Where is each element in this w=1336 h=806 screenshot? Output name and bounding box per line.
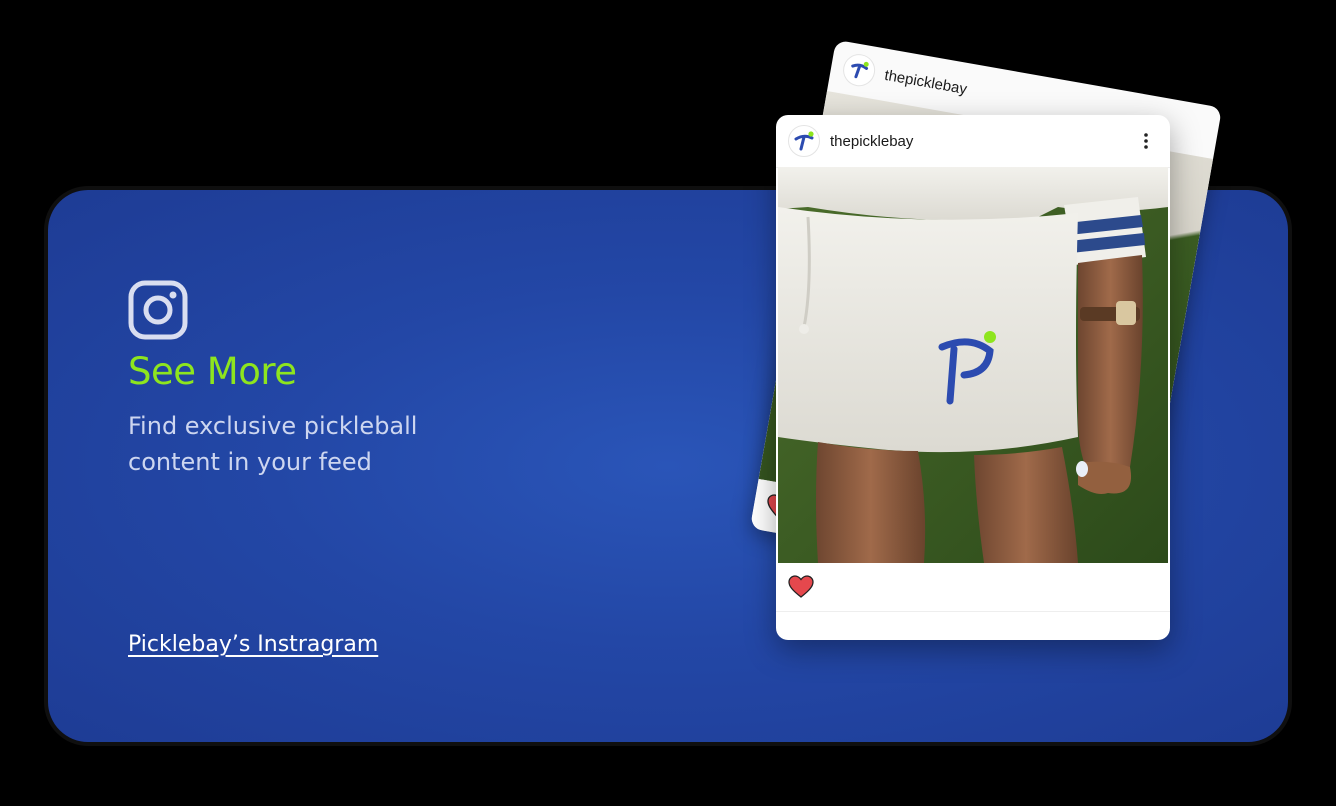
promo-subtitle: Find exclusive pickleball content in you… — [128, 412, 418, 476]
promo-title: See More — [128, 350, 297, 393]
heart-icon[interactable] — [788, 575, 814, 599]
instagram-link[interactable]: Picklebay’s Instragram — [128, 632, 378, 657]
post-photo — [778, 167, 1168, 563]
more-options-button[interactable] — [1136, 131, 1156, 151]
more-vertical-icon — [1144, 133, 1148, 149]
instagram-icon — [128, 280, 188, 340]
picklebay-logo-icon — [794, 131, 814, 151]
post-username: thepicklebay — [830, 132, 914, 150]
picklebay-logo-icon — [851, 61, 869, 79]
post-actions — [776, 563, 1170, 612]
avatar — [788, 125, 820, 157]
post-header: thepicklebay — [776, 115, 1170, 168]
instagram-post: thepicklebay — [776, 115, 1170, 640]
avatar — [840, 51, 878, 89]
post-image — [778, 167, 1168, 563]
